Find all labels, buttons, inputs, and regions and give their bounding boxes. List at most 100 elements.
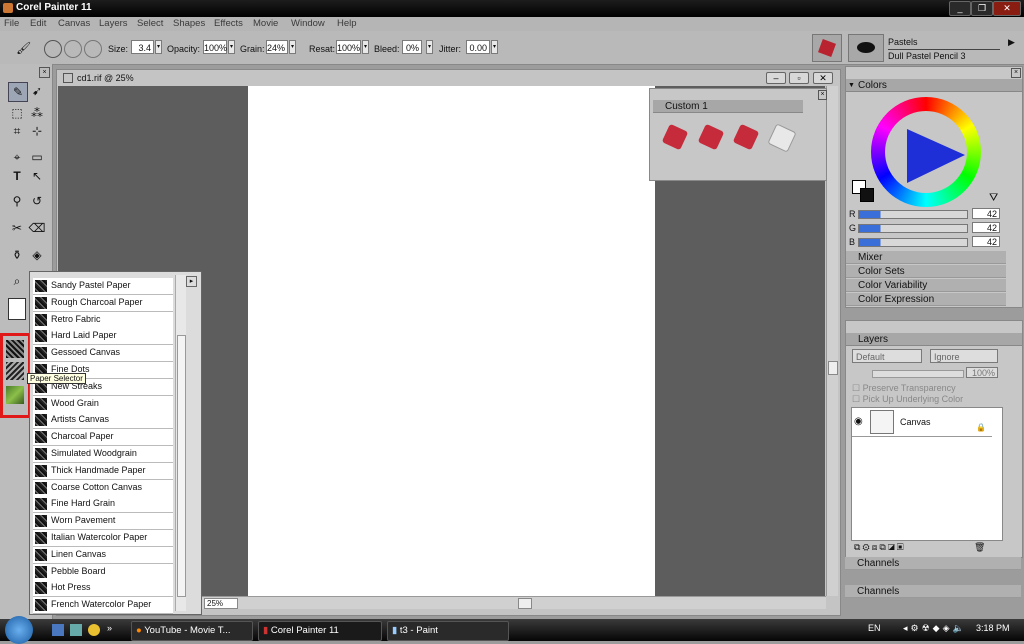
menu-window[interactable]: Window <box>291 18 325 29</box>
paper-list-item[interactable]: French Watercolor Paper <box>33 597 173 615</box>
vertical-scrollbar[interactable] <box>826 86 838 596</box>
task-youtube[interactable]: ● YouTube - Movie T... <box>131 621 253 641</box>
custom-palette-close-icon[interactable]: × <box>818 90 827 100</box>
colors-header[interactable]: Colors ▼ <box>846 79 1022 92</box>
layer-adjuster-icon[interactable]: ➹ <box>28 82 46 100</box>
magic-wand-icon[interactable]: ⁂ <box>28 104 46 122</box>
menu-edit[interactable]: Edit <box>30 18 46 29</box>
pastel-brush-icon[interactable] <box>697 123 725 151</box>
paper-list-item[interactable]: Linen Canvas <box>33 546 173 564</box>
paper-list-item[interactable]: Coarse Cotton Canvas <box>33 479 173 497</box>
paint-bucket-icon[interactable]: ◈ <box>28 246 46 264</box>
size-dropdown[interactable]: ▾ <box>155 40 162 54</box>
menu-shapes[interactable]: Shapes <box>173 18 205 29</box>
color-triangle[interactable] <box>907 129 965 183</box>
cloner-icon[interactable]: ✂ <box>8 219 26 237</box>
blue-slider[interactable] <box>858 238 968 247</box>
vertical-scroll-thumb[interactable] <box>828 361 838 375</box>
paper-list-item[interactable]: Gessoed Canvas <box>33 345 173 363</box>
minimize-button[interactable]: _ <box>949 1 971 16</box>
brush-tool-icon[interactable]: 🖌 <box>16 41 31 55</box>
bleed-input[interactable]: 0% <box>402 40 422 54</box>
paper-selector-button[interactable] <box>6 340 24 358</box>
close-button[interactable]: ✕ <box>993 1 1021 16</box>
opacity-dropdown[interactable]: ▾ <box>228 40 235 54</box>
language-indicator[interactable]: EN <box>868 623 881 633</box>
jitter-dropdown[interactable]: ▾ <box>491 40 498 54</box>
text-icon[interactable]: T <box>8 167 26 185</box>
eraser-icon[interactable]: ⌫ <box>28 219 46 237</box>
paper-list-item[interactable]: Worn Pavement <box>33 513 173 531</box>
green-slider[interactable] <box>858 224 968 233</box>
doc-maximize-button[interactable]: ▫ <box>789 72 809 84</box>
lasso-icon[interactable]: ↺ <box>28 192 46 210</box>
transform-icon[interactable]: ⊹ <box>28 122 46 140</box>
layer-name[interactable]: Canvas <box>900 417 931 427</box>
system-tray-icons[interactable]: ◂⚙☢◆◈🔈 <box>903 623 967 634</box>
right-dock-close-icon[interactable]: × <box>1011 68 1021 78</box>
task-painter[interactable]: ▮ Corel Painter 11 <box>258 621 382 641</box>
paper-list-item[interactable]: Pebble Board <box>33 563 173 581</box>
layer-opacity-value[interactable]: 100% <box>966 367 998 378</box>
paper-list-item[interactable]: Hot Press <box>33 580 173 598</box>
layers-header[interactable]: Layers <box>846 333 1022 346</box>
magnifier-icon[interactable]: ⌕ <box>8 272 26 290</box>
switch-windows-icon[interactable] <box>70 624 82 636</box>
paper-list-scrollbar[interactable] <box>175 275 186 611</box>
messenger-icon[interactable] <box>88 624 100 636</box>
dropper-icon[interactable]: ⚲ <box>8 192 26 210</box>
channels-panel-2[interactable]: Channels <box>845 585 1021 598</box>
main-color-swatch[interactable] <box>8 298 26 320</box>
doc-minimize-button[interactable]: – <box>766 72 786 84</box>
rect-select-icon[interactable]: ⬚ <box>8 104 26 122</box>
task-paint[interactable]: ▮ t3 - Paint <box>387 621 509 641</box>
eye-icon[interactable]: ◉ <box>854 416 863 427</box>
red-value[interactable]: 42 <box>972 208 1000 219</box>
dropper-icon[interactable]: ⛛ <box>989 192 998 205</box>
clock[interactable]: 3:18 PM <box>976 623 1010 633</box>
zoom-readout[interactable]: 25% <box>204 598 238 609</box>
grain-dropdown[interactable]: ▾ <box>289 40 296 54</box>
canvas-paper[interactable] <box>248 86 655 596</box>
blue-value[interactable]: 42 <box>972 236 1000 247</box>
resat-input[interactable]: 100% <box>336 40 361 54</box>
menu-effects[interactable]: Effects <box>214 18 243 29</box>
color-sets-panel[interactable]: Color Sets <box>846 265 1006 278</box>
color-wheel[interactable] <box>871 97 981 207</box>
start-button[interactable] <box>5 616 33 644</box>
paper-list-item[interactable]: Simulated Woodgrain <box>33 446 173 463</box>
toolbox-close-icon[interactable]: × <box>39 67 50 78</box>
size-input[interactable]: 3.4 <box>131 40 154 54</box>
composite-depth-select[interactable]: Ignore <box>930 349 998 363</box>
paper-list-item[interactable]: Rough Charcoal Paper <box>33 294 173 312</box>
dab-type-icon[interactable] <box>64 40 82 58</box>
rectangle-shape-icon[interactable]: ▭ <box>28 148 46 166</box>
paper-list-item[interactable]: Retro Fabric <box>33 311 173 329</box>
grain-input[interactable]: 24% <box>266 40 288 54</box>
blender-brush-icon[interactable] <box>767 123 797 153</box>
opacity-input[interactable]: 100% <box>203 40 227 54</box>
preserve-transparency-checkbox[interactable]: ☐ Preserve Transparency <box>852 383 956 394</box>
quicklaunch-chevron-icon[interactable]: » <box>107 623 112 633</box>
paper-list-scroll-thumb[interactable] <box>177 335 186 597</box>
dab-preview-icon[interactable] <box>44 40 62 58</box>
stroke-icon[interactable] <box>84 40 102 58</box>
paper-list-item[interactable]: Italian Watercolor Paper <box>33 530 173 547</box>
mixer-panel[interactable]: Mixer <box>846 251 1006 264</box>
pastel-brush-icon[interactable] <box>732 123 760 151</box>
brush-variant-selector[interactable] <box>848 34 884 62</box>
menu-layers[interactable]: Layers <box>99 18 128 29</box>
green-value[interactable]: 42 <box>972 222 1000 233</box>
horizontal-scrollbar[interactable]: 25% <box>200 596 826 609</box>
color-expression-panel[interactable]: Color Expression <box>846 293 1006 306</box>
menu-canvas[interactable]: Canvas <box>58 18 90 29</box>
paper-list-item[interactable]: Wood Grain <box>33 395 173 413</box>
resat-dropdown[interactable]: ▾ <box>362 40 369 54</box>
composite-method-select[interactable]: Default <box>852 349 922 363</box>
trash-icon[interactable]: 🗑 <box>974 542 985 553</box>
layer-commands-icons[interactable]: ⧉⚙⧈⧉◪▣ <box>854 542 906 553</box>
gradient-selector-button[interactable] <box>6 386 24 404</box>
brush-category-selector[interactable] <box>812 34 842 62</box>
red-slider[interactable] <box>858 210 968 219</box>
show-desktop-icon[interactable] <box>52 624 64 636</box>
